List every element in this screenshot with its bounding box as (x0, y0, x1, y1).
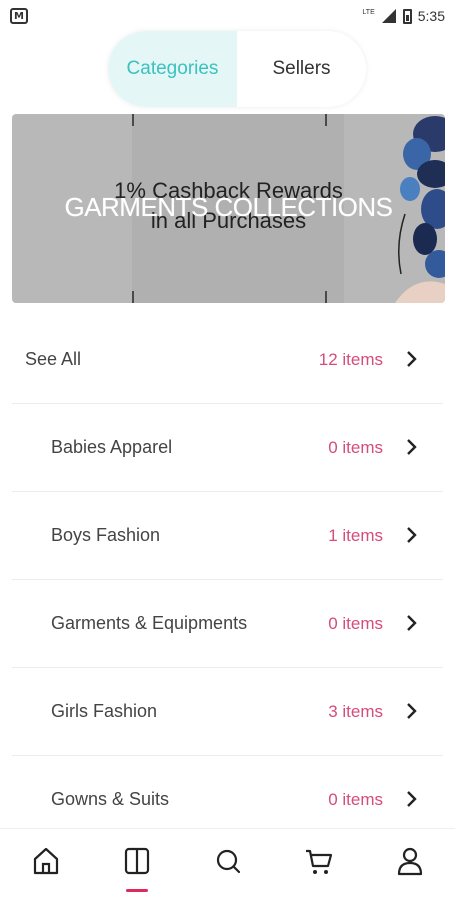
category-row-gowns-suits[interactable]: Gowns & Suits 0 items (12, 756, 443, 810)
search-icon (216, 849, 240, 874)
home-icon (33, 847, 58, 875)
tab-sellers[interactable]: Sellers (237, 31, 366, 107)
network-type-label: LTE (362, 8, 375, 16)
category-label: Girls Fashion (51, 701, 158, 721)
status-left: M (10, 8, 28, 24)
chevron-right-icon (407, 615, 417, 631)
category-label: Boys Fashion (51, 525, 161, 545)
notification-app-icon: M (10, 8, 28, 24)
category-count: 0 items (328, 613, 383, 633)
nav-search[interactable] (182, 829, 273, 900)
category-label: Gowns & Suits (51, 789, 170, 809)
signal-icon (381, 9, 396, 23)
category-row-see-all[interactable]: See All 12 items (12, 316, 443, 404)
promo-banner[interactable]: 1% Cashback Rewards in all Purchases GAR… (12, 114, 445, 303)
category-label: Garments & Equipments (51, 613, 248, 633)
cart-icon (305, 849, 332, 874)
segmented-control: Categories Sellers (108, 31, 366, 107)
banner-tick (325, 291, 327, 303)
category-row-girls-fashion[interactable]: Girls Fashion 3 items (12, 668, 443, 756)
status-right: LTE 5:35 (362, 8, 445, 24)
category-list: See All 12 items Babies Apparel 0 items … (0, 316, 455, 810)
nav-home[interactable] (0, 829, 91, 900)
chevron-right-icon (407, 703, 417, 719)
banner-tick (325, 114, 327, 126)
banner-tick (132, 291, 134, 303)
status-bar: M LTE 5:35 (0, 0, 455, 32)
battery-icon (402, 8, 412, 24)
flower-decoration-image (395, 116, 445, 303)
banner-tick (132, 114, 134, 126)
bottom-navigation (0, 828, 455, 900)
tab-categories[interactable]: Categories (108, 31, 237, 107)
category-label: Babies Apparel (51, 437, 173, 457)
category-count: 0 items (328, 789, 383, 809)
category-row-boys-fashion[interactable]: Boys Fashion 1 items (12, 492, 443, 580)
profile-icon (397, 847, 422, 876)
status-time: 5:35 (417, 8, 445, 24)
nav-profile[interactable] (364, 829, 455, 900)
nav-categories[interactable] (91, 829, 182, 900)
nav-cart[interactable] (273, 829, 364, 900)
categories-icon (124, 847, 149, 875)
category-count: 0 items (328, 437, 383, 457)
chevron-right-icon (407, 527, 417, 543)
category-label: See All (25, 349, 82, 369)
category-count: 12 items (318, 349, 383, 369)
category-count: 3 items (328, 701, 383, 721)
chevron-right-icon (407, 791, 417, 807)
category-row-babies-apparel[interactable]: Babies Apparel 0 items (12, 404, 443, 492)
category-row-garments-equipments[interactable]: Garments & Equipments 0 items (12, 580, 443, 668)
chevron-right-icon (407, 439, 417, 455)
nav-active-indicator (125, 889, 148, 892)
category-count: 1 items (328, 525, 383, 545)
chevron-right-icon (407, 351, 417, 367)
